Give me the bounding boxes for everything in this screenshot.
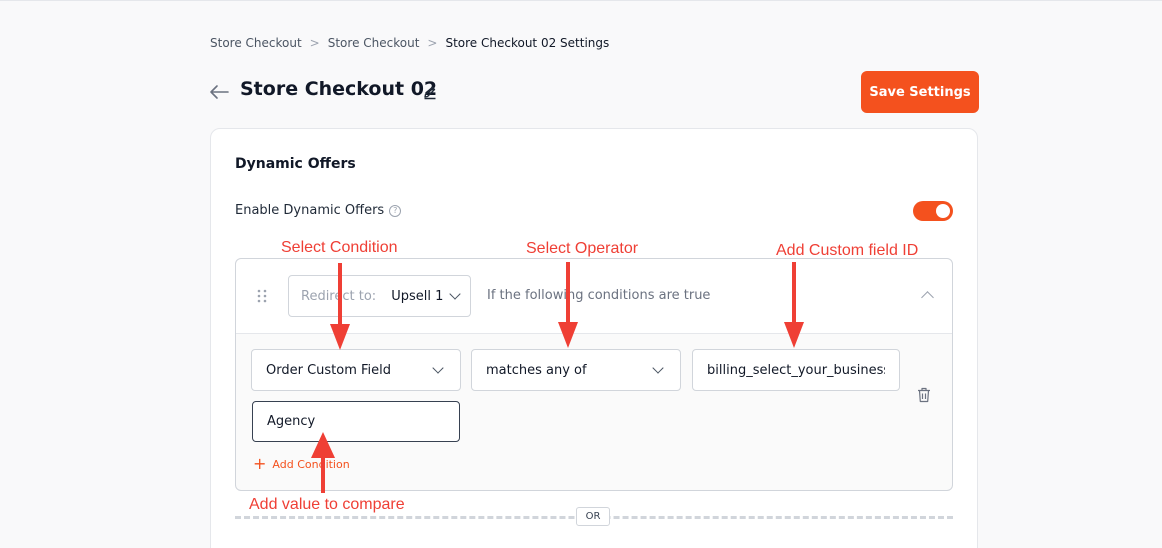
breadcrumb: Store Checkout > Store Checkout > Store …	[210, 36, 609, 50]
annotation-add-field-id: Add Custom field ID	[776, 242, 919, 259]
breadcrumb-separator: >	[309, 36, 320, 50]
chevron-down-icon	[432, 361, 444, 374]
operator-select[interactable]: matches any of	[471, 349, 681, 391]
save-settings-button[interactable]: Save Settings	[861, 71, 979, 113]
custom-field-id-input[interactable]	[692, 349, 900, 391]
redirect-label: Redirect to:	[301, 288, 377, 304]
condition-select-value: Order Custom Field	[266, 362, 392, 378]
enable-dynamic-offers-label: Enable Dynamic Offers ?	[235, 203, 402, 218]
annotation-select-condition: Select Condition	[281, 239, 398, 256]
plus-icon: +	[253, 454, 267, 473]
chevron-down-icon	[652, 361, 664, 374]
top-border	[0, 0, 1162, 1]
back-arrow-icon[interactable]	[208, 80, 230, 104]
edit-pencil-icon[interactable]	[422, 84, 438, 100]
or-badge: OR	[576, 507, 610, 526]
drag-handle-icon[interactable]	[256, 288, 268, 304]
annotation-select-operator: Select Operator	[526, 240, 639, 257]
breadcrumb-separator: >	[427, 36, 438, 50]
breadcrumb-item[interactable]: Store Checkout	[328, 36, 420, 50]
enable-label-text: Enable Dynamic Offers	[235, 203, 385, 218]
conditions-description: If the following conditions are true	[487, 288, 711, 303]
add-condition-button[interactable]: + Add Condition	[253, 454, 350, 473]
add-condition-label: Add Condition	[272, 457, 350, 471]
trash-icon[interactable]	[917, 387, 931, 403]
condition-select[interactable]: Order Custom Field	[251, 349, 461, 391]
toggle-knob	[936, 204, 950, 218]
compare-value-input[interactable]	[252, 401, 460, 442]
breadcrumb-current: Store Checkout 02 Settings	[445, 36, 610, 50]
redirect-value: Upsell 1	[391, 288, 444, 304]
chevron-down-icon	[449, 288, 462, 300]
page-title: Store Checkout 02	[240, 78, 438, 100]
breadcrumb-item[interactable]: Store Checkout	[210, 36, 302, 50]
section-title: Dynamic Offers	[235, 156, 356, 172]
annotation-add-value: Add value to compare	[249, 496, 405, 513]
operator-select-value: matches any of	[486, 362, 587, 378]
help-question-icon[interactable]: ?	[389, 204, 402, 217]
redirect-to-select[interactable]: Redirect to: Upsell 1	[288, 275, 471, 317]
enable-dynamic-offers-toggle[interactable]	[913, 201, 953, 221]
